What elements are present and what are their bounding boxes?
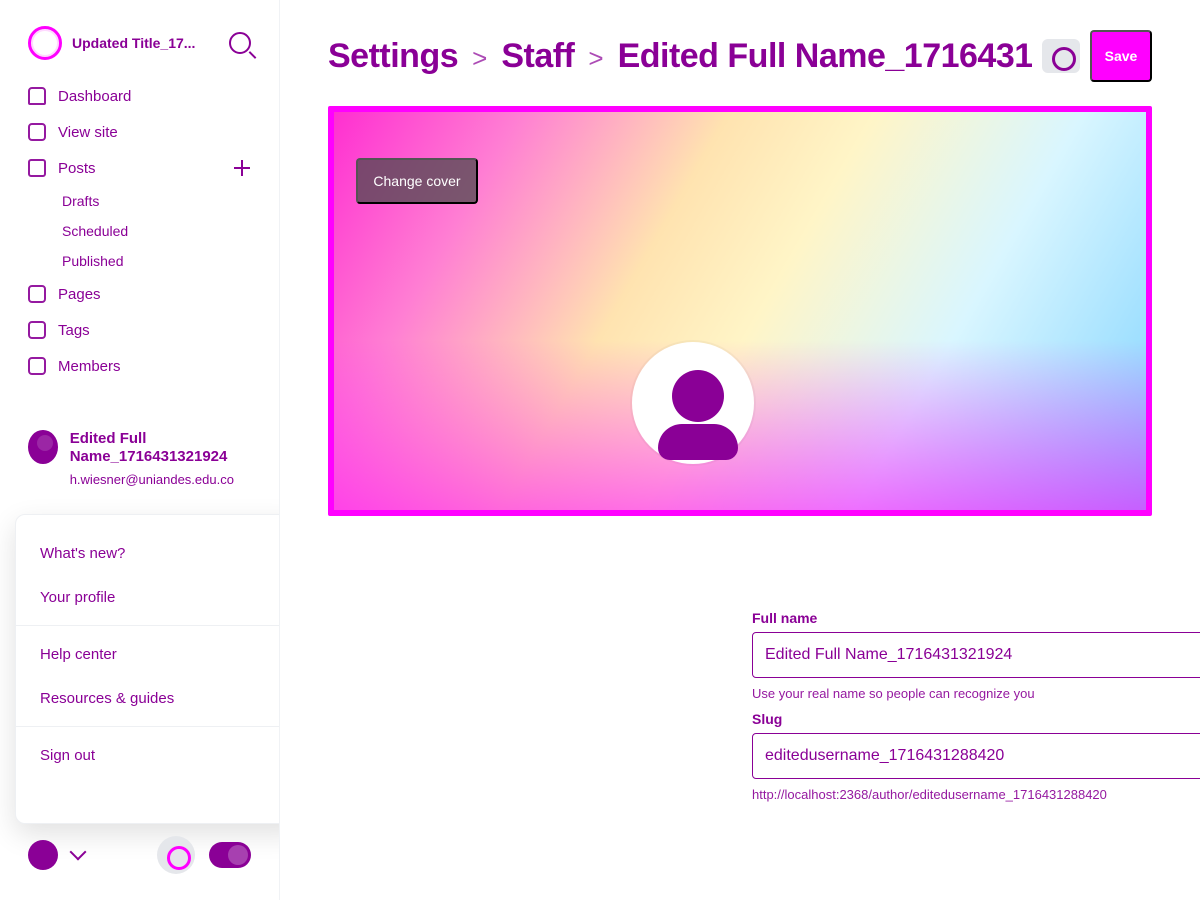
sidebar-item-pages[interactable]: Pages: [28, 276, 251, 312]
save-button[interactable]: Save: [1090, 30, 1152, 82]
main: Settings > Staff > Edited Full Name_1716…: [280, 0, 1200, 900]
sidebar-item-label: Dashboard: [58, 87, 132, 105]
brand-title: Updated Title_17...: [72, 35, 196, 51]
slug-field[interactable]: [752, 733, 1200, 779]
sidebar-item-label: Tags: [58, 321, 90, 339]
topbar: Settings > Staff > Edited Full Name_1716…: [328, 30, 1152, 82]
slug-hint: http://localhost:2368/author/editedusern…: [752, 787, 1107, 802]
sidebar-nav: Dashboard View site Posts Drafts Schedul…: [28, 78, 251, 384]
profile-menu: What's new? Your profile Help center Res…: [15, 514, 279, 824]
breadcrumb-separator-icon: >: [588, 42, 604, 73]
sidebar-item-label: View site: [58, 123, 118, 141]
sidebar-bottom-bar: [28, 836, 251, 874]
sidebar-item-dashboard[interactable]: Dashboard: [28, 78, 251, 114]
sidebar-subitem-published[interactable]: Published: [28, 246, 251, 276]
app: Updated Title_17... Dashboard View site …: [0, 0, 1200, 900]
sidebar-subitem-scheduled[interactable]: Scheduled: [28, 216, 251, 246]
members-icon: [28, 357, 46, 375]
sidebar-item-label: Pages: [58, 285, 101, 303]
sidebar-item-tags[interactable]: Tags: [28, 312, 251, 348]
change-cover-button[interactable]: Change cover: [356, 158, 478, 204]
avatar: [28, 430, 58, 464]
profile-avatar[interactable]: [632, 342, 754, 464]
settings-icon-button[interactable]: [1042, 39, 1080, 73]
tag-icon: [28, 321, 46, 339]
sidebar-item-view-site[interactable]: View site: [28, 114, 251, 150]
full-name-label: Full name: [752, 610, 818, 626]
sidebar-subitem-drafts[interactable]: Drafts: [28, 186, 251, 216]
menu-divider: [16, 726, 279, 727]
view-site-icon: [28, 123, 46, 141]
slug-label: Slug: [752, 711, 783, 727]
menu-item-help-center[interactable]: Help center: [40, 632, 279, 676]
cover-image: Change cover: [328, 106, 1152, 516]
menu-divider: [16, 625, 279, 626]
sidebar-item-label: Posts: [58, 159, 96, 177]
menu-item-sign-out[interactable]: Sign out: [40, 733, 279, 777]
profile-email: h.wiesner@uniandes.edu.co: [69, 472, 234, 487]
home-icon: [28, 87, 46, 105]
breadcrumb-settings[interactable]: Settings: [328, 37, 459, 76]
posts-icon: [28, 159, 46, 177]
full-name-hint: Use your real name so people can recogni…: [752, 686, 1035, 701]
breadcrumb-staff[interactable]: Staff: [501, 37, 575, 76]
pages-icon: [28, 285, 46, 303]
sidebar-subitem-label: Scheduled: [62, 223, 129, 239]
profile-summary[interactable]: Edited Full Name_1716431321924 h.wiesner…: [28, 430, 278, 487]
breadcrumb-current: Edited Full Name_1716431321924: [617, 36, 1032, 75]
sidebar-item-label: Members: [58, 357, 121, 375]
sidebar-subitem-label: Drafts: [62, 193, 100, 209]
profile-text: Edited Full Name_1716431321924 h.wiesner…: [70, 430, 278, 487]
chevron-down-icon[interactable]: [69, 843, 87, 861]
settings-button[interactable]: [157, 836, 195, 874]
profile-form: Full name Use your real name so people c…: [752, 600, 1200, 802]
sidebar-item-members[interactable]: Members: [28, 348, 251, 384]
add-post-icon[interactable]: [233, 159, 251, 177]
sidebar-item-posts[interactable]: Posts: [28, 150, 251, 186]
sidebar: Updated Title_17... Dashboard View site …: [0, 0, 280, 900]
profile-name: Edited Full Name_1716431321924: [69, 430, 228, 465]
search-icon[interactable]: [229, 32, 251, 54]
brand: Updated Title_17...: [28, 26, 251, 60]
breadcrumb-separator-icon: >: [472, 42, 488, 73]
theme-toggle[interactable]: [209, 842, 251, 868]
menu-item-your-profile[interactable]: Your profile: [40, 575, 279, 619]
avatar[interactable]: [28, 840, 58, 870]
full-name-field[interactable]: [752, 632, 1200, 678]
brand-logo: [28, 26, 62, 60]
menu-item-resources[interactable]: Resources & guides: [40, 676, 279, 720]
top-actions: Save: [1042, 30, 1152, 82]
menu-item-whats-new[interactable]: What's new?: [40, 531, 279, 575]
breadcrumb: Settings > Staff > Edited Full Name_1716…: [328, 37, 1032, 76]
sidebar-subitem-label: Published: [62, 253, 124, 269]
